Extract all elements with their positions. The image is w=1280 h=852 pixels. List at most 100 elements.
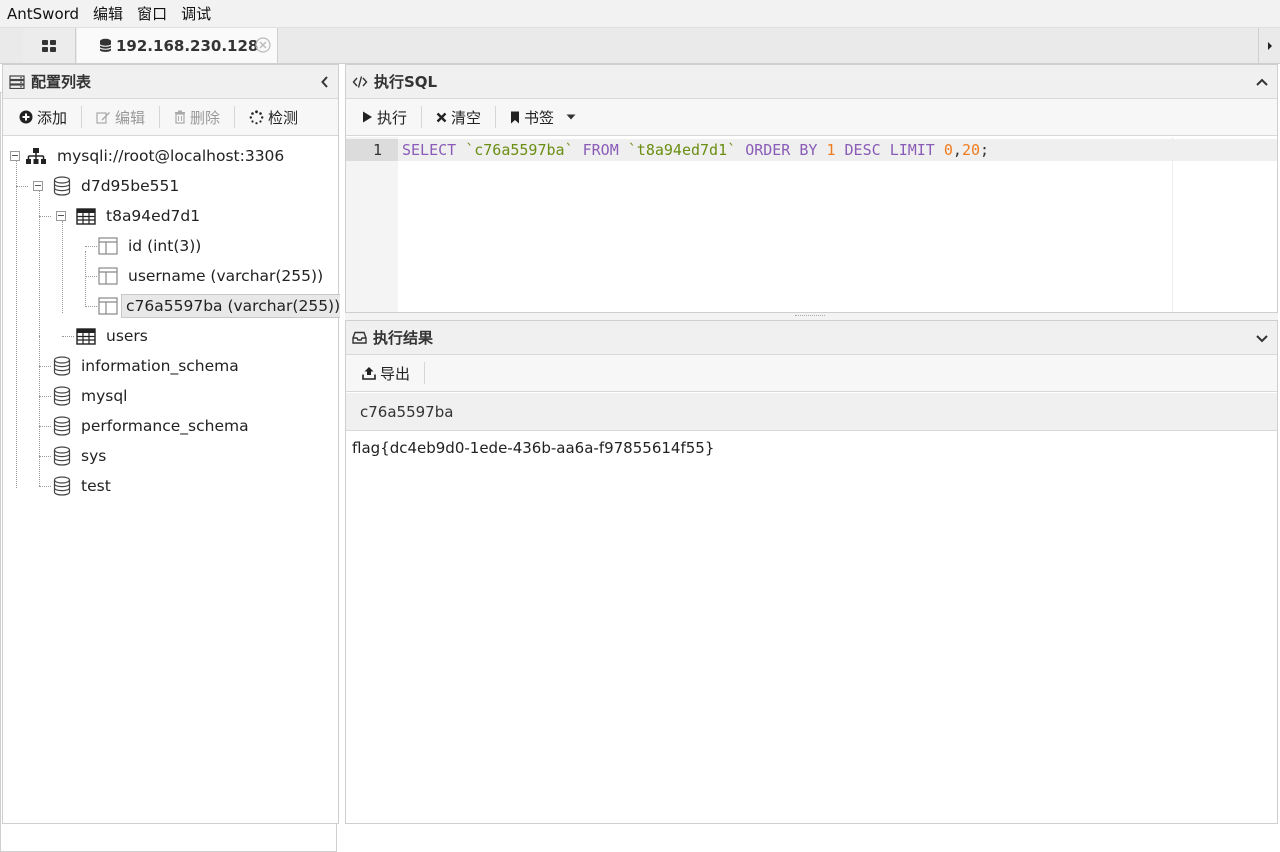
column-icon bbox=[98, 267, 118, 285]
plus-circle-icon bbox=[19, 110, 33, 124]
play-icon bbox=[363, 111, 372, 123]
tree-node-database[interactable]: d7d95be551 bbox=[53, 173, 183, 199]
result-cell[interactable]: flag{dc4eb9d0-1ede-436b-aa6a-f97855614f5… bbox=[352, 439, 714, 457]
collapse-toggle[interactable] bbox=[33, 181, 43, 191]
sql-toolbar: 执行 清空 书签 bbox=[346, 99, 1277, 136]
database-tree: mysqli://root@localhost:3306 d7d95be551 … bbox=[3, 136, 346, 824]
result-panel-title: 执行结果 bbox=[373, 329, 434, 347]
tree-guide bbox=[39, 456, 51, 457]
edit-button[interactable]: 编辑 bbox=[90, 103, 151, 131]
menu-antsword[interactable]: AntSword bbox=[0, 0, 86, 28]
sql-number: 20 bbox=[961, 141, 980, 159]
clear-button[interactable]: 清空 bbox=[430, 103, 487, 131]
bookmark-dropdown[interactable]: 书签 bbox=[504, 103, 582, 131]
splitter-grip bbox=[795, 315, 825, 317]
toolbar-divider bbox=[159, 106, 161, 128]
database-icon bbox=[53, 446, 71, 466]
sql-number: 1 bbox=[826, 141, 836, 159]
upload-icon bbox=[362, 367, 376, 380]
tree-guide bbox=[85, 276, 97, 277]
tree-node-column[interactable]: username (varchar(255)) bbox=[98, 263, 327, 289]
tree-guide bbox=[39, 336, 40, 486]
tree-guide bbox=[39, 486, 51, 487]
tree-guide bbox=[85, 251, 86, 307]
tree-guide bbox=[16, 186, 28, 187]
check-button[interactable]: 检测 bbox=[243, 103, 304, 131]
tree-node-column[interactable]: id (int(3)) bbox=[98, 233, 205, 259]
tree-guide bbox=[39, 366, 51, 367]
database-icon bbox=[53, 416, 71, 436]
tree-guide bbox=[62, 221, 63, 313]
sql-panel-title: 执行SQL bbox=[374, 73, 438, 91]
tree-node-column-selected[interactable]: c76a5597ba (varchar(255)) bbox=[98, 293, 346, 319]
chevron-down-icon[interactable] bbox=[1255, 334, 1269, 344]
add-button[interactable]: 添加 bbox=[13, 103, 73, 131]
toolbar-divider bbox=[421, 106, 423, 128]
close-icon[interactable] bbox=[255, 37, 271, 53]
sql-keyword: ORDER BY bbox=[745, 141, 818, 159]
tab-host-label: 192.168.230.128 bbox=[116, 36, 259, 55]
tree-guide bbox=[39, 216, 51, 217]
table-icon bbox=[76, 327, 96, 345]
editor-gutter bbox=[346, 137, 398, 312]
config-toolbar: 添加 编辑 删除 检测 bbox=[3, 99, 338, 136]
tree-node-database[interactable]: mysql bbox=[53, 383, 132, 409]
database-icon bbox=[53, 386, 71, 406]
database-icon bbox=[53, 176, 71, 196]
horizontal-splitter[interactable] bbox=[345, 313, 1278, 320]
tree-node-table[interactable]: t8a94ed7d1 bbox=[76, 203, 204, 229]
tree-guide bbox=[16, 161, 17, 488]
caret-down-icon bbox=[566, 114, 576, 120]
line-number: 1 bbox=[372, 141, 382, 159]
config-list-panel: 配置列表 添加 编辑 删除 检测 mysqli://root@localhost… bbox=[2, 64, 346, 824]
sql-editor[interactable]: 1 SELECT `c76a5597ba` FROM `t8a94ed7d1` … bbox=[346, 137, 1277, 312]
sql-keyword: FROM bbox=[582, 141, 619, 159]
tree-node-database[interactable]: sys bbox=[53, 443, 110, 469]
chevron-up-icon[interactable] bbox=[1255, 77, 1269, 87]
menu-bar: AntSword 编辑 窗口 调试 bbox=[0, 0, 1280, 28]
sql-punctuation: , bbox=[952, 141, 962, 159]
result-panel: 执行结果 导出 c76a5597ba flag{dc4eb9d0-1ede-43… bbox=[345, 320, 1278, 824]
server-list-icon bbox=[9, 74, 25, 89]
grid-icon bbox=[42, 39, 56, 52]
tab-scroll-right-button[interactable] bbox=[1258, 28, 1280, 63]
result-panel-header: 执行结果 bbox=[346, 321, 1277, 355]
column-header-label: c76a5597ba bbox=[360, 402, 454, 421]
code-icon bbox=[352, 75, 368, 88]
chevron-left-icon[interactable] bbox=[320, 75, 330, 89]
tree-guide bbox=[85, 306, 97, 307]
tree-node-table[interactable]: users bbox=[76, 323, 152, 349]
tree-node-database[interactable]: information_schema bbox=[53, 353, 243, 379]
sql-panel-header: 执行SQL bbox=[346, 65, 1277, 99]
sql-number: 0 bbox=[943, 141, 953, 159]
edit-icon bbox=[96, 112, 111, 124]
sql-keyword: SELECT bbox=[402, 141, 457, 159]
column-icon bbox=[98, 297, 118, 315]
database-icon bbox=[53, 476, 71, 496]
table-icon bbox=[76, 207, 96, 225]
tab-home[interactable] bbox=[23, 28, 76, 63]
caret-right-icon bbox=[1267, 41, 1272, 50]
delete-button[interactable]: 删除 bbox=[168, 103, 226, 131]
menu-window[interactable]: 窗口 bbox=[130, 0, 174, 28]
sitemap-icon bbox=[26, 148, 46, 164]
collapse-toggle[interactable] bbox=[10, 151, 20, 161]
result-column-header[interactable]: c76a5597ba bbox=[346, 393, 1277, 431]
x-icon bbox=[436, 112, 447, 122]
run-button[interactable]: 执行 bbox=[356, 103, 413, 131]
tree-node-database[interactable]: test bbox=[53, 473, 115, 499]
tree-node-connection[interactable]: mysqli://root@localhost:3306 bbox=[25, 143, 288, 169]
database-icon bbox=[53, 356, 71, 376]
tab-host[interactable]: 192.168.230.128 bbox=[77, 28, 278, 63]
collapse-toggle[interactable] bbox=[56, 211, 66, 221]
config-list-header: 配置列表 bbox=[3, 65, 338, 99]
tab-bar: 192.168.230.128 bbox=[0, 28, 1280, 852]
toolbar-divider bbox=[234, 106, 236, 128]
tree-node-database[interactable]: performance_schema bbox=[53, 413, 253, 439]
menu-edit[interactable]: 编辑 bbox=[86, 0, 130, 28]
sql-keyword: LIMIT bbox=[889, 141, 935, 159]
database-icon bbox=[99, 38, 112, 52]
menu-debug[interactable]: 调试 bbox=[174, 0, 218, 28]
export-button[interactable]: 导出 bbox=[356, 359, 416, 387]
config-list-title: 配置列表 bbox=[31, 73, 92, 91]
